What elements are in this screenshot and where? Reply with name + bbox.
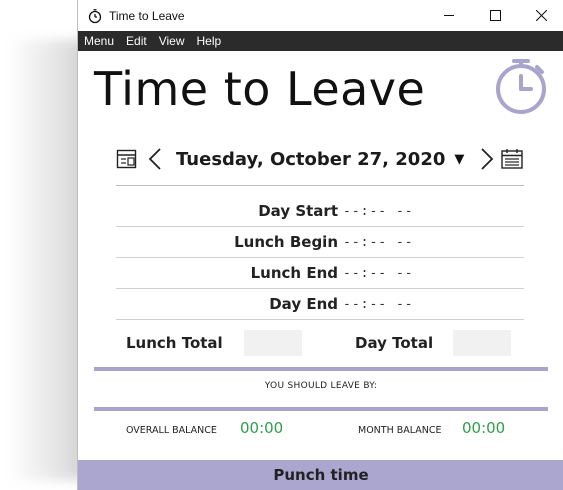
day-total-label: Day Total: [355, 334, 434, 352]
date-navigation: Tuesday, October 27, 2020 ▼: [116, 143, 524, 175]
time-row-day-end: Day End --:-- --: [116, 289, 524, 320]
menu-item-view[interactable]: View: [153, 34, 191, 48]
date-dropdown-caret[interactable]: ▼: [454, 152, 464, 167]
month-balance-value: 00:00: [462, 419, 506, 437]
close-button[interactable]: [518, 0, 563, 31]
totals-row: Lunch Total Day Total: [124, 330, 524, 356]
time-row-day-start: Day Start --:-- --: [116, 196, 524, 227]
leave-divider-bottom: [94, 407, 548, 411]
time-input[interactable]: --:-- --: [343, 266, 414, 281]
calendar-icon[interactable]: [500, 148, 524, 170]
leave-by-label: YOU SHOULD LEAVE BY:: [264, 381, 378, 391]
leave-divider-top: [94, 367, 548, 371]
time-label: Lunch End: [250, 264, 338, 282]
time-row-lunch-begin: Lunch Begin --:-- --: [116, 227, 524, 258]
time-row-lunch-end: Lunch End --:-- --: [116, 258, 524, 289]
time-label: Day End: [269, 295, 338, 313]
stopwatch-icon: [88, 8, 102, 23]
time-label: Lunch Begin: [234, 233, 338, 251]
overall-balance-label: OVERALL BALANCE: [126, 425, 217, 436]
page-title: Time to Leave: [94, 62, 426, 116]
lunch-total-label: Lunch Total: [126, 334, 223, 352]
maximize-button[interactable]: [472, 0, 518, 31]
chevron-right-icon[interactable]: [476, 147, 496, 171]
calendar-switch-icon[interactable]: [116, 148, 138, 170]
minimize-button[interactable]: [426, 0, 472, 31]
menu-item-menu[interactable]: Menu: [78, 34, 120, 48]
current-date[interactable]: Tuesday, October 27, 2020: [176, 149, 445, 170]
day-total-field: [453, 330, 511, 356]
minimize-icon: [443, 15, 454, 16]
menu-bar: Menu Edit View Help: [78, 31, 563, 51]
lunch-total-field: [244, 330, 302, 356]
menu-item-help[interactable]: Help: [191, 34, 228, 48]
app-header: Time to Leave: [78, 51, 563, 127]
punch-time-button[interactable]: Punch time: [78, 460, 563, 490]
close-icon: [535, 10, 547, 21]
title-bar: Time to Leave: [78, 0, 563, 31]
overall-balance-value: 00:00: [240, 419, 284, 437]
window-title: Time to Leave: [109, 8, 185, 23]
time-input[interactable]: --:-- --: [343, 204, 414, 219]
window-shadow: [8, 40, 88, 480]
date-divider: [116, 185, 524, 186]
app-window: Time to Leave Menu Edit View Help Time t…: [77, 0, 563, 490]
time-label: Day Start: [258, 202, 338, 220]
month-balance-label: MONTH BALANCE: [358, 425, 442, 436]
maximize-icon: [489, 10, 501, 21]
time-input[interactable]: --:-- --: [343, 235, 414, 250]
stopwatch-icon: [496, 59, 546, 114]
menu-item-edit[interactable]: Edit: [120, 34, 153, 48]
chevron-left-icon[interactable]: [146, 147, 166, 171]
time-input[interactable]: --:-- --: [343, 297, 414, 312]
